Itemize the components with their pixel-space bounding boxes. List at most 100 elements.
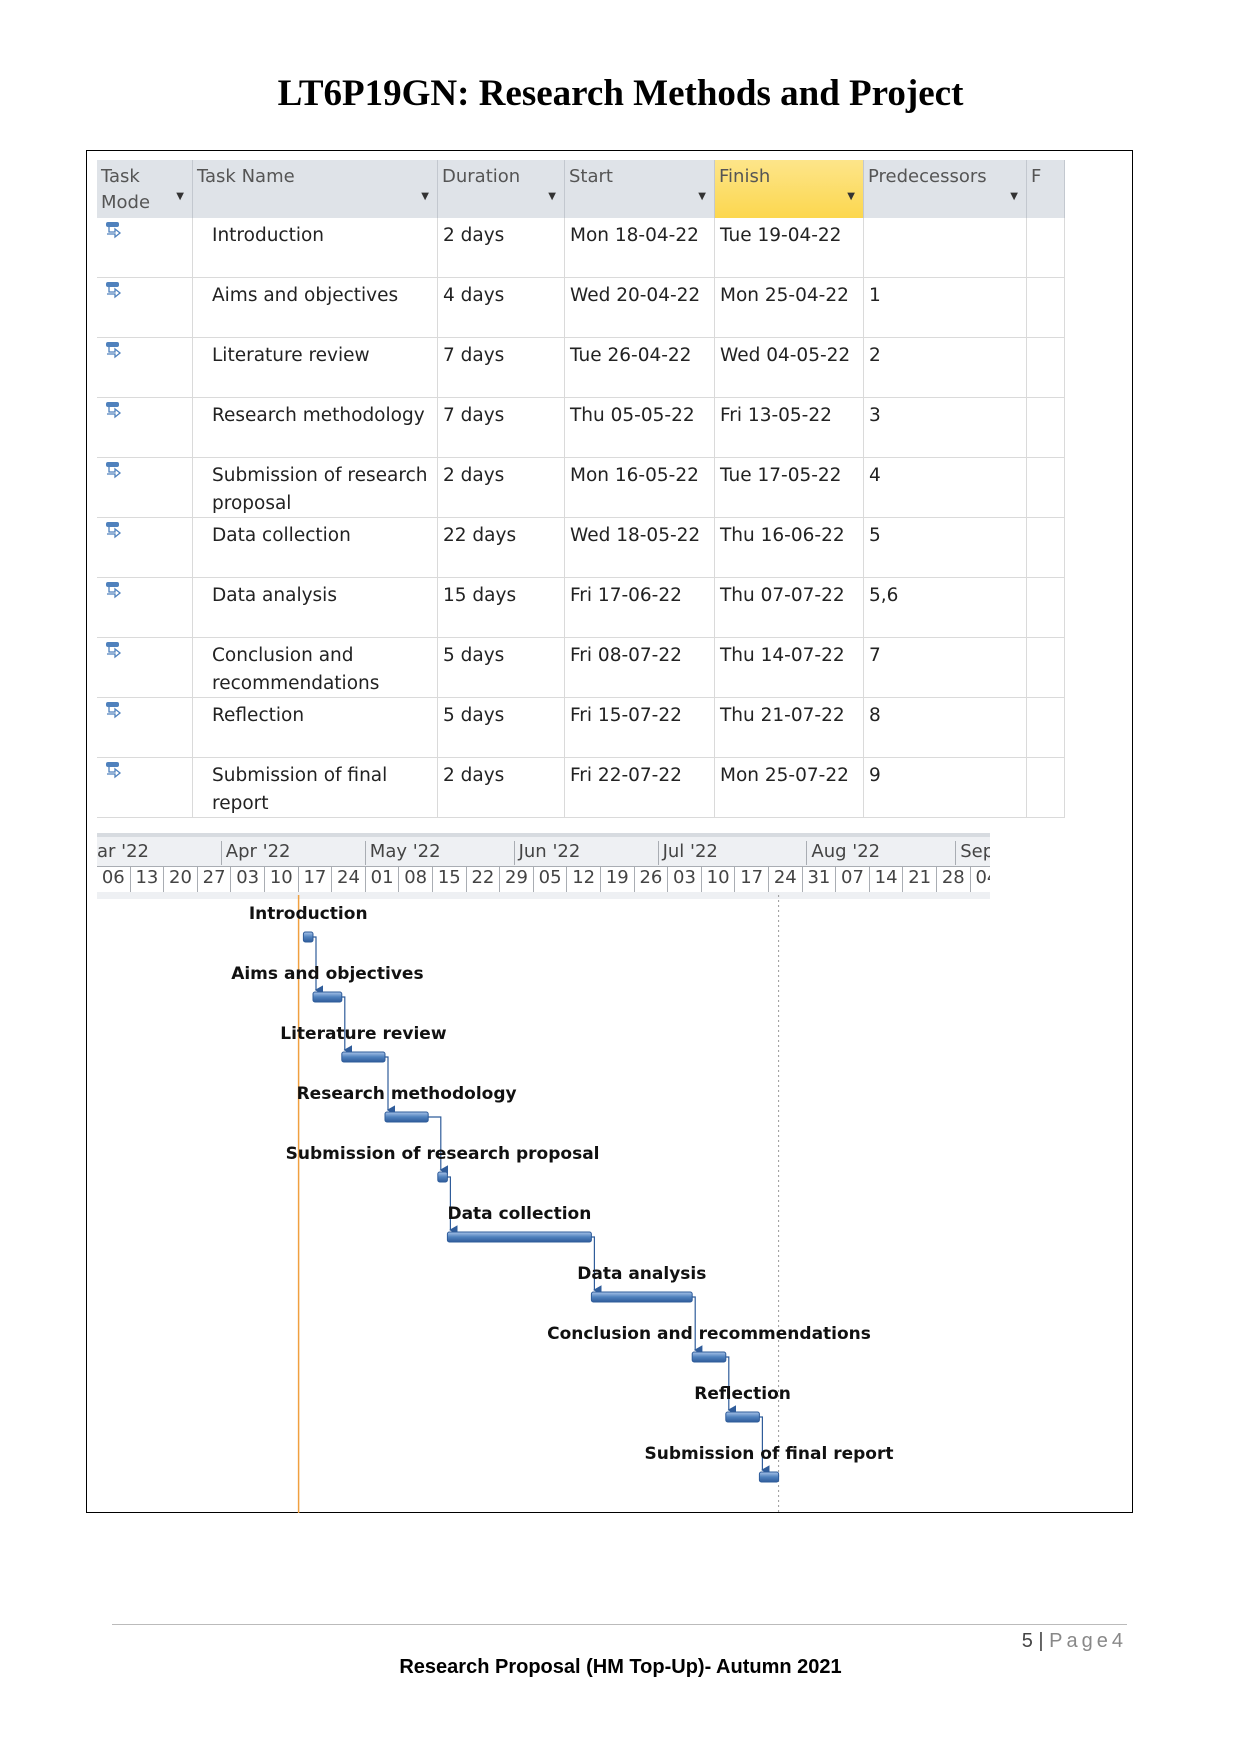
table-row[interactable]: Conclusion and recommendations 5 days Fri … xyxy=(97,638,1065,698)
cell-duration[interactable]: 2 days xyxy=(438,758,565,818)
cell-finish[interactable]: Wed 04-05-22 xyxy=(715,338,864,398)
cell-duration[interactable]: 5 days xyxy=(438,638,565,698)
timeline-week: 31 xyxy=(802,866,837,892)
table-row[interactable]: Research methodology 7 days Thu 05-05-22 Fr… xyxy=(97,398,1065,458)
empty-cell[interactable] xyxy=(1027,698,1065,758)
table-row[interactable]: Introduction 2 days Mon 18-04-22 Tue 19-04-… xyxy=(97,218,1065,278)
empty-cell[interactable] xyxy=(1027,338,1065,398)
cell-finish[interactable]: Tue 17-05-22 xyxy=(715,458,864,518)
empty-cell[interactable] xyxy=(1027,758,1065,818)
cell-name[interactable]: Introduction xyxy=(193,218,438,278)
task-mode-cell[interactable] xyxy=(97,218,193,278)
gantt-bar xyxy=(691,1351,727,1363)
task-mode-cell[interactable] xyxy=(97,638,193,698)
cell-name[interactable]: Research methodology xyxy=(193,398,438,458)
cell-duration[interactable]: 15 days xyxy=(438,578,565,638)
auto-scheduled-task-icon xyxy=(106,702,122,719)
table-row[interactable]: Aims and objectives 4 days Wed 20-04-22 Mon… xyxy=(97,278,1065,338)
cell-start[interactable]: Wed 18-05-22 xyxy=(565,518,715,578)
cell-start[interactable]: Mon 16-05-22 xyxy=(565,458,715,518)
cell-start[interactable]: Tue 26-04-22 xyxy=(565,338,715,398)
dropdown-arrow-icon[interactable]: ▼ xyxy=(548,184,556,210)
cell-finish[interactable]: Mon 25-07-22 xyxy=(715,758,864,818)
header-predecessors[interactable]: Predecessors ▼ xyxy=(864,160,1027,218)
empty-cell[interactable] xyxy=(1027,518,1065,578)
cell-predecessors[interactable]: 8 xyxy=(864,698,1027,758)
cell-name[interactable]: Data collection xyxy=(193,518,438,578)
cell-finish[interactable]: Tue 19-04-22 xyxy=(715,218,864,278)
cell-duration[interactable]: 22 days xyxy=(438,518,565,578)
cell-predecessors[interactable]: 4 xyxy=(864,458,1027,518)
empty-cell[interactable] xyxy=(1027,218,1065,278)
table-row[interactable]: Submission of research proposal 2 days Mon… xyxy=(97,458,1065,518)
task-mode-cell[interactable] xyxy=(97,278,193,338)
table-row[interactable]: Reflection 5 days Fri 15-07-22 Thu 21-07-22… xyxy=(97,698,1065,758)
cell-predecessors[interactable]: 3 xyxy=(864,398,1027,458)
auto-scheduled-task-icon xyxy=(106,282,122,299)
header-duration[interactable]: Duration ▼ xyxy=(438,160,565,218)
cell-finish[interactable]: Mon 25-04-22 xyxy=(715,278,864,338)
task-mode-cell[interactable] xyxy=(97,698,193,758)
task-mode-cell[interactable] xyxy=(97,458,193,518)
task-mode-cell[interactable] xyxy=(97,398,193,458)
header-finish[interactable]: Finish ▼ xyxy=(715,160,864,218)
cell-start[interactable]: Thu 05-05-22 xyxy=(565,398,715,458)
cell-duration[interactable]: 7 days xyxy=(438,338,565,398)
table-row[interactable]: Data collection 22 days Wed 18-05-22 Thu 16… xyxy=(97,518,1065,578)
task-mode-cell[interactable] xyxy=(97,758,193,818)
empty-cell[interactable] xyxy=(1027,578,1065,638)
task-mode-cell[interactable] xyxy=(97,338,193,398)
gantt-bar-label: Research methodology xyxy=(297,1084,517,1104)
gantt-bar-label: Submission of research proposal xyxy=(286,1144,600,1164)
table-row[interactable]: Data analysis 15 days Fri 17-06-22 Thu 07-0… xyxy=(97,578,1065,638)
cell-finish[interactable]: Thu 07-07-22 xyxy=(715,578,864,638)
cell-predecessors[interactable]: 5 xyxy=(864,518,1027,578)
dropdown-arrow-icon[interactable]: ▼ xyxy=(698,184,706,210)
cell-name[interactable]: Reflection xyxy=(193,698,438,758)
empty-cell[interactable] xyxy=(1027,398,1065,458)
dropdown-arrow-icon[interactable]: ▼ xyxy=(176,184,184,210)
table-row[interactable]: Literature review 7 days Tue 26-04-22 Wed 0… xyxy=(97,338,1065,398)
cell-predecessors[interactable]: 9 xyxy=(864,758,1027,818)
dropdown-arrow-icon[interactable]: ▼ xyxy=(1010,184,1018,210)
header-task-name[interactable]: Task Name ▼ xyxy=(193,160,438,218)
cell-duration[interactable]: 4 days xyxy=(438,278,565,338)
cell-predecessors[interactable] xyxy=(864,218,1027,278)
cell-finish[interactable]: Thu 14-07-22 xyxy=(715,638,864,698)
gantt-bar xyxy=(590,1291,693,1303)
cell-name[interactable]: Aims and objectives xyxy=(193,278,438,338)
cell-predecessors[interactable]: 7 xyxy=(864,638,1027,698)
cell-name[interactable]: Data analysis xyxy=(193,578,438,638)
cell-start[interactable]: Fri 22-07-22 xyxy=(565,758,715,818)
header-task-mode[interactable]: Task Mode ▼ xyxy=(97,160,193,218)
cell-name[interactable]: Literature review xyxy=(193,338,438,398)
cell-start[interactable]: Fri 08-07-22 xyxy=(565,638,715,698)
cell-start[interactable]: Wed 20-04-22 xyxy=(565,278,715,338)
task-mode-cell[interactable] xyxy=(97,578,193,638)
cell-name[interactable]: Submission of final report xyxy=(193,758,438,818)
task-mode-cell[interactable] xyxy=(97,518,193,578)
cell-start[interactable]: Mon 18-04-22 xyxy=(565,218,715,278)
cell-predecessors[interactable]: 5,6 xyxy=(864,578,1027,638)
dropdown-arrow-icon[interactable]: ▼ xyxy=(847,184,855,210)
cell-finish[interactable]: Thu 16-06-22 xyxy=(715,518,864,578)
table-row[interactable]: Submission of final report 2 days Fri 22-0… xyxy=(97,758,1065,818)
empty-cell[interactable] xyxy=(1027,638,1065,698)
cell-duration[interactable]: 2 days xyxy=(438,218,565,278)
cell-finish[interactable]: Fri 13-05-22 xyxy=(715,398,864,458)
empty-cell[interactable] xyxy=(1027,458,1065,518)
empty-cell[interactable] xyxy=(1027,278,1065,338)
cell-start[interactable]: Fri 15-07-22 xyxy=(565,698,715,758)
header-extra[interactable]: F xyxy=(1027,160,1065,218)
cell-predecessors[interactable]: 2 xyxy=(864,338,1027,398)
cell-finish[interactable]: Thu 21-07-22 xyxy=(715,698,864,758)
cell-duration[interactable]: 2 days xyxy=(438,458,565,518)
cell-start[interactable]: Fri 17-06-22 xyxy=(565,578,715,638)
dropdown-arrow-icon[interactable]: ▼ xyxy=(421,184,429,210)
cell-duration[interactable]: 7 days xyxy=(438,398,565,458)
cell-name[interactable]: Submission of research proposal xyxy=(193,458,438,518)
header-start[interactable]: Start ▼ xyxy=(565,160,715,218)
cell-predecessors[interactable]: 1 xyxy=(864,278,1027,338)
cell-name[interactable]: Conclusion and recommendations xyxy=(193,638,438,698)
cell-duration[interactable]: 5 days xyxy=(438,698,565,758)
